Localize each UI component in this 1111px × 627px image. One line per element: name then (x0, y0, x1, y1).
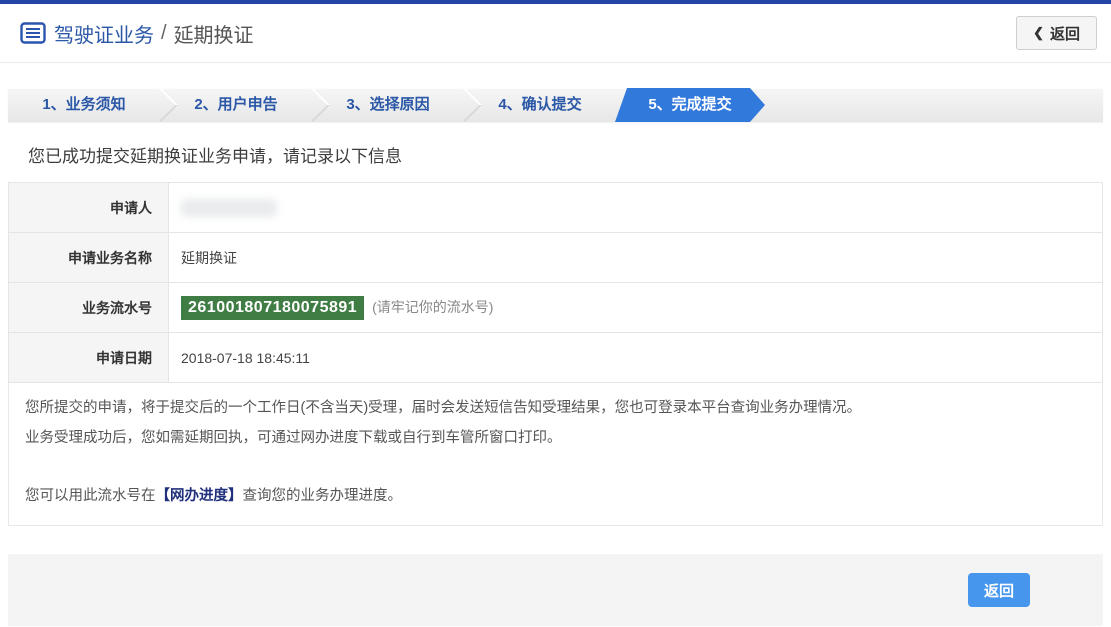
table-row-applicant: 申请人 (9, 183, 1103, 233)
note-line-3-prefix: 您可以用此流水号在 (25, 488, 156, 504)
page-header: 驾驶证业务 / 延期换证 ❮ 返回 (0, 4, 1111, 63)
row-label: 申请业务名称 (9, 233, 169, 283)
row-label: 申请日期 (9, 333, 169, 383)
table-row-serial-number: 业务流水号 261001807180075891 (请牢记你的流水号) (9, 283, 1103, 333)
back-button-bottom[interactable]: 返回 (968, 573, 1030, 607)
step-label: 3、选择原因 (346, 96, 429, 113)
note-line-3-suffix: 查询您的业务办理进度。 (243, 488, 403, 504)
note-line-3: 您可以用此流水号在【网办进度】查询您的业务办理进度。 (25, 481, 1086, 511)
breadcrumb-separator: / (161, 22, 167, 45)
breadcrumb-current: 延期换证 (174, 19, 254, 48)
footer-band: 返回 (8, 554, 1103, 626)
chevron-left-icon: ❮ (1033, 25, 1044, 41)
page-title: 驾驶证业务 (54, 19, 154, 48)
step-1-business-notice[interactable]: 1、业务须知 (8, 88, 160, 122)
back-button-top[interactable]: ❮ 返回 (1016, 16, 1097, 50)
list-icon (20, 22, 46, 44)
row-label: 业务流水号 (9, 283, 169, 333)
table-row-business-name: 申请业务名称 延期换证 (9, 233, 1103, 283)
serial-number-badge: 261001807180075891 (181, 296, 364, 320)
apply-date-value: 2018-07-18 18:45:11 (169, 333, 1103, 383)
step-label: 1、业务须知 (42, 96, 125, 113)
step-progress-bar: 1、业务须知 2、用户申告 3、选择原因 4、确认提交 5、完成提交 (8, 88, 1103, 122)
step-3-select-reason[interactable]: 3、选择原因 (312, 88, 464, 122)
step-2-user-declaration[interactable]: 2、用户申告 (160, 88, 312, 122)
note-line-1: 您所提交的申请，将于提交后的一个工作日(不含当天)受理，届时会发送短信告知受理结… (25, 393, 1086, 423)
table-row-apply-date: 申请日期 2018-07-18 18:45:11 (9, 333, 1103, 383)
note-line-2: 业务受理成功后，您如需延期回执，可通过网办进度下载或自行到车管所窗口打印。 (25, 423, 1086, 453)
row-label: 申请人 (9, 183, 169, 233)
step-label: 4、确认提交 (498, 96, 581, 113)
business-name-value: 延期换证 (169, 233, 1103, 283)
online-progress-link[interactable]: 【网办进度】 (156, 488, 243, 504)
step-label: 5、完成提交 (648, 96, 731, 113)
back-button-label: 返回 (1050, 23, 1080, 44)
step-label: 2、用户申告 (194, 96, 277, 113)
success-heading: 您已成功提交延期换证业务申请，请记录以下信息 (28, 142, 1111, 167)
serial-number-note: (请牢记你的流水号) (372, 299, 493, 315)
step-4-confirm-submit[interactable]: 4、确认提交 (464, 88, 616, 122)
notes-box: 您所提交的申请，将于提交后的一个工作日(不含当天)受理，届时会发送短信告知受理结… (8, 383, 1103, 526)
application-info-table: 申请人 申请业务名称 延期换证 业务流水号 261001807180075891… (8, 182, 1103, 383)
step-5-complete-submit[interactable]: 5、完成提交 (615, 88, 765, 122)
applicant-name-redacted (181, 199, 277, 217)
